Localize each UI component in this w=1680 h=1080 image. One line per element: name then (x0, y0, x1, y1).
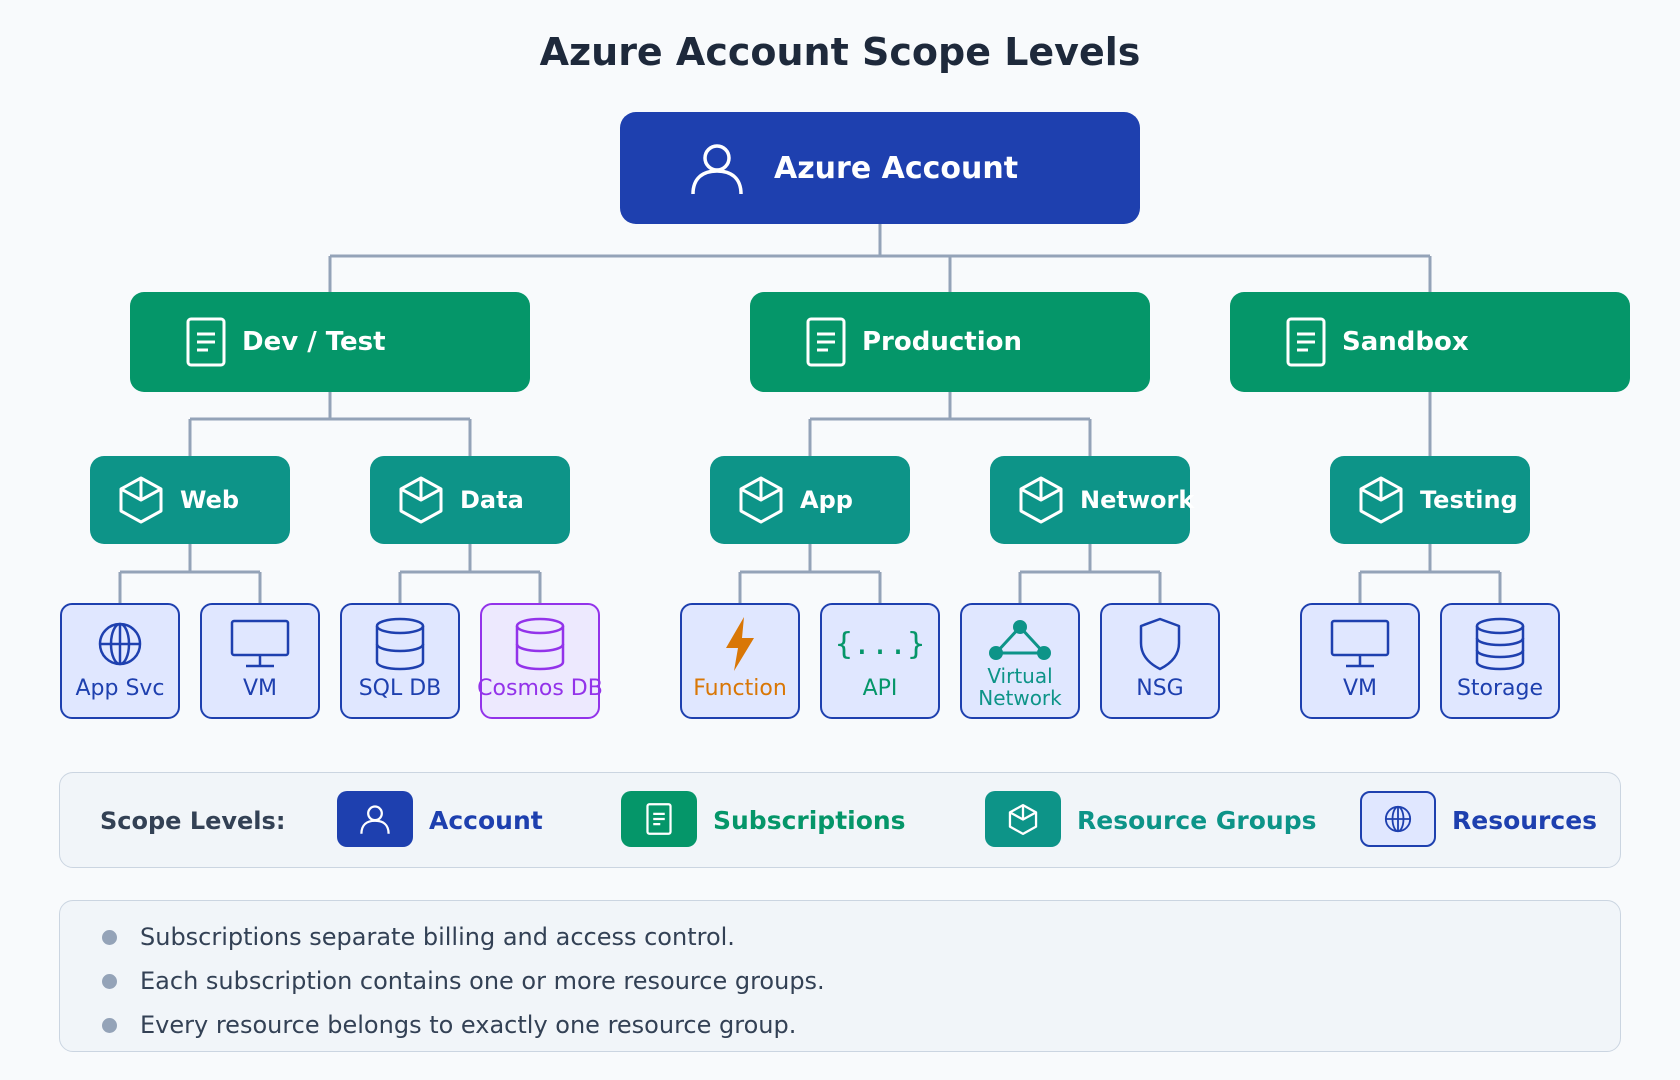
resource-function[interactable]: Function (680, 603, 800, 719)
resource-group-web[interactable]: Web (90, 456, 290, 544)
database-icon (375, 617, 425, 671)
legend-swatch-subscriptions (621, 791, 697, 847)
user-icon (691, 144, 743, 195)
resource-group-app[interactable]: App (710, 456, 910, 544)
subscription-dev-test[interactable]: Dev / Test (130, 292, 530, 392)
document-icon (806, 317, 846, 367)
resource-app-svc[interactable]: App Svc (60, 603, 180, 719)
resource-group-testing[interactable]: Testing (1330, 456, 1530, 544)
braces-icon: {...} (834, 626, 926, 662)
globe-icon (1384, 805, 1412, 833)
resource-api[interactable]: {...} API (820, 603, 940, 719)
resource-group-label: Web (180, 486, 240, 514)
cube-icon (1019, 476, 1063, 524)
subscription-label: Sandbox (1342, 327, 1469, 357)
document-icon (1286, 317, 1326, 367)
subscription-label: Dev / Test (242, 327, 386, 357)
resource-nsg[interactable]: NSG (1100, 603, 1220, 719)
note-item: Subscriptions separate billing and acces… (100, 915, 1620, 959)
note-item: Each subscription contains one or more r… (100, 959, 1620, 1003)
notes-panel: Subscriptions separate billing and acces… (59, 900, 1621, 1052)
document-icon (186, 317, 226, 367)
globe-icon (98, 622, 142, 666)
lightning-icon (726, 617, 754, 671)
resource-vm-testing[interactable]: VM (1300, 603, 1420, 719)
resource-sql-db[interactable]: SQL DB (340, 603, 460, 719)
account-label: Azure Account (774, 150, 1019, 186)
legend: Scope Levels: Account Subscriptions Reso… (59, 772, 1621, 868)
database-icon (515, 617, 565, 671)
network-icon (989, 620, 1051, 660)
legend-swatch-resources (1360, 791, 1436, 847)
legend-swatch-resource-groups (985, 791, 1061, 847)
subscription-production[interactable]: Production (750, 292, 1150, 392)
account-node[interactable]: Azure Account (620, 112, 1140, 224)
resource-group-label: Testing (1420, 486, 1518, 514)
resource-storage[interactable]: Storage (1440, 603, 1560, 719)
document-icon (646, 803, 672, 835)
legend-label-resources: Resources (1452, 806, 1598, 835)
legend-label-resource-groups: Resource Groups (1077, 806, 1317, 835)
cube-icon (119, 476, 163, 524)
storage-icon (1475, 617, 1525, 671)
resource-group-data[interactable]: Data (370, 456, 570, 544)
legend-label-account: Account (429, 806, 543, 835)
legend-swatch-account (337, 791, 413, 847)
legend-heading: Scope Levels: (100, 807, 286, 835)
resource-vm-web[interactable]: VM (200, 603, 320, 719)
cube-icon (1359, 476, 1403, 524)
monitor-icon (1330, 619, 1390, 668)
user-icon (360, 805, 390, 834)
resource-group-label: Data (460, 486, 524, 514)
legend-label-subscriptions: Subscriptions (713, 806, 906, 835)
subscription-sandbox[interactable]: Sandbox (1230, 292, 1630, 392)
note-item: Every resource belongs to exactly one re… (100, 1003, 1620, 1047)
cube-icon (739, 476, 783, 524)
resource-group-network[interactable]: Network (990, 456, 1194, 544)
cube-icon (399, 476, 443, 524)
shield-icon (1139, 617, 1181, 671)
resource-group-label: Network (1080, 486, 1195, 514)
monitor-icon (230, 619, 290, 668)
resource-group-label: App (800, 486, 853, 514)
resource-virtual-network[interactable]: Virtual Network (960, 603, 1080, 719)
cube-icon (1008, 803, 1038, 835)
resource-cosmos-db[interactable]: Cosmos DB (477, 603, 603, 719)
subscription-label: Production (862, 327, 1022, 357)
